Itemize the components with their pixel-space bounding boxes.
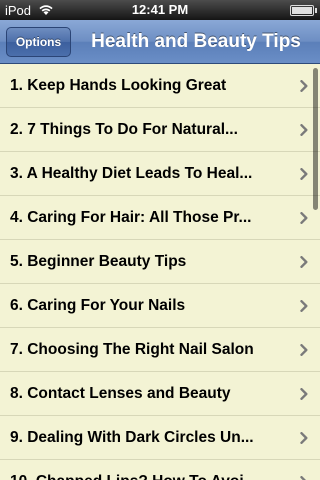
- list-item-label: 5. Beginner Beauty Tips: [10, 253, 187, 270]
- list-item-label: 10. Chapped Lips? How To Avoi...: [10, 460, 288, 480]
- list-item-label: 1. Keep Hands Looking Great: [10, 77, 227, 94]
- list-item[interactable]: 3. A Healthy Diet Leads To Heal...: [0, 152, 320, 196]
- chevron-right-icon: [300, 476, 306, 480]
- list-item[interactable]: 7. Choosing The Right Nail Salon: [0, 328, 320, 372]
- tips-list[interactable]: 1. Keep Hands Looking Great 2. 7 Things …: [0, 64, 320, 480]
- battery-icon: [290, 5, 317, 16]
- list-item[interactable]: 1. Keep Hands Looking Great: [0, 64, 320, 108]
- list-item[interactable]: 5. Beginner Beauty Tips: [0, 240, 320, 284]
- chevron-right-icon: [300, 432, 308, 444]
- options-button[interactable]: Options: [6, 27, 71, 57]
- list-item-label: 9. Dealing With Dark Circles Un...: [10, 429, 254, 446]
- chevron-right-icon: [300, 168, 308, 180]
- scroll-indicator[interactable]: [313, 68, 318, 210]
- chevron-right-icon: [300, 256, 308, 268]
- status-time: 12:41 PM: [131, 2, 189, 17]
- chevron-right-icon: [300, 124, 308, 136]
- list-item[interactable]: 4. Caring For Hair: All Those Pr...: [0, 196, 320, 240]
- list-item-label: 4. Caring For Hair: All Those Pr...: [10, 209, 252, 226]
- list-item-label: 2. 7 Things To Do For Natural...: [10, 121, 238, 138]
- status-bar: iPod 12:41 PM: [0, 0, 320, 20]
- chevron-right-icon: [300, 344, 308, 356]
- list-item[interactable]: 2. 7 Things To Do For Natural...: [0, 108, 320, 152]
- list-item-label: 6. Caring For Your Nails: [10, 297, 186, 314]
- page-title: Health and Beauty Tips: [91, 31, 301, 52]
- chevron-right-icon: [300, 80, 308, 92]
- chevron-right-icon: [300, 388, 308, 400]
- list-item-label: 8. Contact Lenses and Beauty: [10, 385, 231, 402]
- chevron-right-icon: [300, 212, 308, 224]
- chevron-right-icon: [300, 300, 308, 312]
- navigation-bar: Options Health and Beauty Tips: [0, 20, 320, 64]
- list-item[interactable]: 8. Contact Lenses and Beauty: [0, 372, 320, 416]
- list-item[interactable]: 9. Dealing With Dark Circles Un...: [0, 416, 320, 460]
- list-item[interactable]: 10. Chapped Lips? How To Avoi...: [0, 460, 320, 480]
- list-item-label: 3. A Healthy Diet Leads To Heal...: [10, 165, 253, 182]
- list-item-label: 7. Choosing The Right Nail Salon: [10, 341, 254, 358]
- list-item[interactable]: 6. Caring For Your Nails: [0, 284, 320, 328]
